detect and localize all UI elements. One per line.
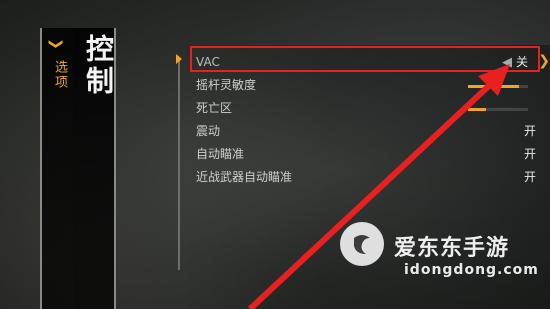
selection-pointer-icon	[176, 54, 182, 64]
setting-value: 开	[523, 170, 536, 184]
setting-row-melee-auto-aim[interactable]: 近战武器自动瞄准 开	[196, 165, 550, 188]
setting-name: 摇杆灵敏度	[196, 78, 257, 92]
watermark: 爱东东手游 idongdong.com	[340, 222, 540, 282]
setting-value: 开	[523, 124, 536, 138]
arrow-right-icon[interactable]: ❯	[538, 53, 550, 69]
chevron-left-icon: ❯	[47, 38, 64, 50]
panel-divider	[178, 60, 180, 270]
deadzone-slider[interactable]	[468, 108, 528, 111]
setting-name: 自动瞄准	[196, 147, 245, 161]
setting-name: 震动	[196, 124, 221, 138]
section-title: 控制	[82, 34, 115, 98]
slider-fill	[468, 85, 519, 88]
setting-value: 开	[523, 147, 536, 161]
back-tab-label: 选项	[52, 60, 67, 90]
section-title-bar: 控制	[72, 28, 116, 309]
setting-row-stick-sensitivity[interactable]: 摇杆灵敏度	[196, 73, 550, 96]
annotation-highlight-box	[190, 46, 540, 72]
sensitivity-slider[interactable]	[468, 85, 528, 88]
setting-row-vibration[interactable]: 震动 开	[196, 119, 550, 142]
setting-name: 近战武器自动瞄准	[196, 170, 293, 184]
setting-row-deadzone[interactable]: 死亡区	[196, 96, 550, 119]
watermark-brand-en: idongdong.com	[404, 262, 539, 278]
setting-row-auto-aim[interactable]: 自动瞄准 开	[196, 142, 550, 165]
watermark-brand-cn: 爱东东手游	[394, 236, 510, 261]
back-tab[interactable]: ❯ 选项	[40, 28, 73, 309]
setting-name: 死亡区	[196, 101, 233, 115]
slider-fill	[468, 108, 486, 111]
watermark-logo-icon	[340, 222, 384, 266]
